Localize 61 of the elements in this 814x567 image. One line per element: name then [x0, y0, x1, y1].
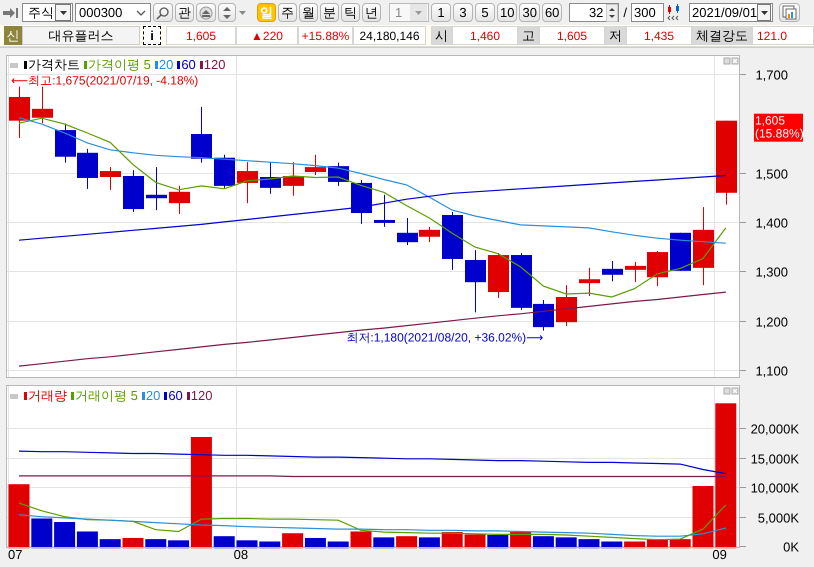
legend-label: 가격차트	[28, 58, 80, 72]
field-value: 1,435	[626, 26, 692, 45]
period-tab[interactable]: 주	[278, 3, 297, 22]
volume-value: 24,180,146	[353, 26, 426, 45]
unit-button[interactable]: 30	[519, 3, 540, 22]
field-value: 1,460	[452, 26, 518, 45]
price-tag-label: 1,605	[755, 114, 786, 128]
legend-label: 60	[181, 58, 196, 72]
field-value: 1,605	[539, 26, 605, 45]
unit-button[interactable]: 1	[431, 3, 451, 22]
period-tab[interactable]: 틱	[341, 3, 360, 22]
legend-label: 120	[204, 58, 226, 72]
market-select[interactable]: 주식	[22, 3, 73, 22]
total-field[interactable]: 300	[631, 3, 664, 22]
field-label: 시	[431, 26, 452, 45]
change-rate-value: +15.88%	[298, 26, 353, 45]
axis-label: 1,300	[755, 264, 788, 280]
field-label: 체결강도	[692, 26, 752, 45]
legend-label: 20	[146, 389, 160, 403]
field-label: 고	[518, 26, 539, 45]
date-select[interactable]: 2021/09/01	[689, 3, 774, 22]
unit-button[interactable]: 3	[453, 3, 473, 22]
legend-label: 120	[190, 389, 212, 403]
stock-code-field[interactable]: 000300	[75, 3, 151, 22]
unit-button[interactable]: 10	[497, 3, 518, 22]
interest-button[interactable]: 관	[175, 3, 194, 22]
info-button[interactable]: i	[143, 26, 161, 45]
axis-label: 07	[8, 547, 22, 562]
axis-label: 1,200	[755, 314, 788, 330]
low-price-annotation: 최저:1,180(2021/08/20, +36.02%)⟶	[346, 330, 544, 345]
count-field[interactable]: 32	[569, 3, 620, 22]
stock-name-field[interactable]: 대유플러스	[22, 26, 140, 45]
legend-label: 거래이평 5	[75, 389, 138, 403]
axis-label: 5,000K	[758, 510, 799, 526]
period-tab[interactable]: 년	[362, 3, 381, 22]
credit-badge: 신	[4, 26, 22, 45]
high-price-annotation: ⟵최고:1,675(2021/07/19, -4.18%)	[11, 74, 198, 88]
separator-text: /	[623, 5, 628, 20]
axis-label: 10,000K	[750, 480, 799, 496]
change-value: ▲220	[236, 26, 298, 45]
unit-button[interactable]: 5	[475, 3, 495, 22]
field-value: 121.0	[752, 26, 814, 45]
period-tab[interactable]: 분	[320, 3, 339, 22]
axis-label: 20,000K	[750, 422, 799, 436]
field-label: 저	[605, 26, 626, 45]
legend-label: 60	[168, 389, 183, 403]
axis-label: 1,100	[755, 364, 788, 378]
axis-label: 1,500	[755, 166, 788, 182]
period-tab[interactable]: 월	[299, 3, 318, 22]
legend-label: 거래량	[28, 389, 67, 403]
axis-label: 15,000K	[750, 452, 799, 466]
axis-label: 0K	[783, 540, 799, 554]
legend-label: 20	[158, 58, 174, 72]
unit-button[interactable]: 60	[542, 3, 562, 22]
price-value: 1,605	[166, 26, 236, 45]
legend-label: 가격이평 5	[88, 58, 151, 72]
axis-label: 1,400	[755, 216, 788, 230]
price-tag-label: (15.88%)	[755, 126, 804, 141]
axis-label: 09	[712, 547, 727, 562]
axis-label: 08	[234, 547, 248, 562]
axis-label: 1,700	[755, 68, 788, 82]
